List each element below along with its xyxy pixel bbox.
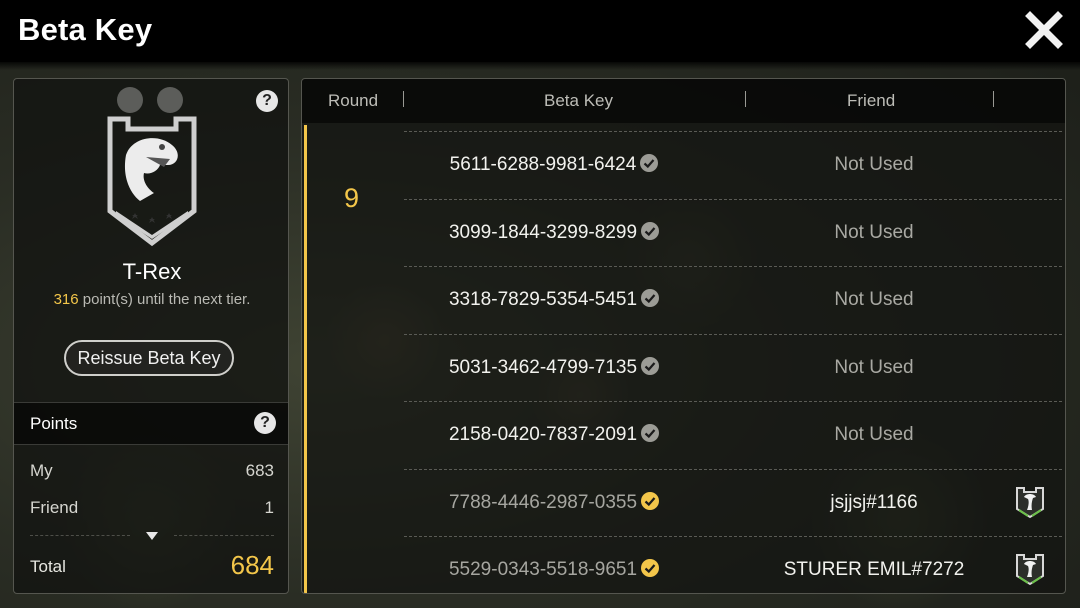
friend-status: jsjjsj#1166: [830, 491, 918, 513]
table-header: Round Beta Key Friend: [302, 79, 1065, 123]
col-separator: [993, 91, 994, 107]
beta-key-value: 5611-6288-9981-6424: [449, 154, 637, 175]
check-circle-icon: [641, 559, 660, 577]
divider: [30, 535, 130, 536]
points-needed-suffix: point(s) until the next tier.: [78, 291, 251, 308]
beta-key-code: 7788-4446-2987-0355: [404, 491, 704, 514]
total-label: Total: [30, 557, 66, 576]
reissue-beta-key-button[interactable]: Reissue Beta Key: [64, 340, 234, 376]
points-row-friend: Friend 1: [30, 498, 274, 518]
close-x-icon[interactable]: [1024, 10, 1064, 50]
row-divider: [404, 468, 1062, 470]
col-separator: [403, 91, 404, 107]
check-circle-icon: [641, 356, 660, 375]
round-indicator-bar: [304, 125, 307, 593]
row-divider: [404, 401, 1062, 402]
beta-key-value: 5031-3462-4799-7135: [448, 356, 638, 378]
beta-key-code: 5611-6288-9981-6424: [404, 154, 704, 176]
col-separator: [745, 91, 746, 107]
table-row[interactable]: 2158-0420-7837-2091 Not Used: [404, 401, 1062, 468]
table-row[interactable]: 5031-3462-4799-7135 Not Used: [404, 333, 1062, 401]
table-row[interactable]: 7788-4446-2987-0355 jsjjsj#1166: [404, 468, 1062, 536]
friend-status: Not Used: [834, 356, 914, 378]
beta-key-value: 3318-7829-5354-5451: [448, 289, 638, 310]
beta-key-code: 5031-3462-4799-7135: [404, 356, 704, 379]
beta-key-table: Round Beta Key Friend 9 5611-6288-9981-6…: [301, 78, 1066, 594]
row-divider: [404, 536, 1062, 537]
divider: [174, 535, 274, 536]
row-divider: [404, 198, 1062, 200]
friend-status: Not Used: [834, 221, 914, 243]
check-circle-icon: [641, 424, 660, 442]
col-round: Round: [328, 91, 379, 110]
check-circle-icon: [641, 221, 660, 240]
beta-key-value: 5529-0343-5518-9651: [448, 559, 638, 580]
tier-progress-text: 316 point(s) until the next tier.: [14, 291, 290, 308]
points-title: Points: [30, 414, 78, 433]
col-friend: Friend: [847, 91, 896, 110]
row-divider: [404, 266, 1062, 267]
friend-status: STURER EMIL#7272: [783, 559, 965, 580]
table-row[interactable]: 3099-1844-3299-8299 Not Used: [404, 198, 1062, 266]
check-circle-icon: [641, 491, 660, 510]
my-label: My: [30, 461, 53, 480]
beta-key-code: 2158-0420-7837-2091: [404, 424, 704, 446]
progress-dot: [117, 87, 143, 113]
row-divider: [404, 131, 1062, 132]
table-row[interactable]: 3318-7829-5354-5451 Not Used: [404, 266, 1062, 333]
raptor-badge-icon: [1016, 486, 1044, 518]
check-circle-icon: [641, 289, 660, 307]
raptor-badge-icon: [1016, 554, 1044, 586]
friend-status: Not Used: [834, 289, 914, 310]
friend-value: 1: [264, 498, 274, 517]
help-icon[interactable]: ?: [256, 90, 278, 112]
round-number: 9: [344, 183, 360, 213]
tier-name: T-Rex: [122, 259, 182, 284]
table-row[interactable]: 5529-0343-5518-9651 STURER EMIL#7272: [404, 536, 1062, 593]
friend-label: Friend: [30, 498, 79, 517]
beta-key-code: 3318-7829-5354-5451: [404, 289, 704, 311]
points-help-icon[interactable]: ?: [254, 412, 276, 434]
beta-key-code: 3099-1844-3299-8299: [404, 221, 704, 244]
title-bar: Beta Key: [0, 0, 1080, 70]
table-row[interactable]: 5611-6288-9981-6424 Not Used: [404, 131, 1062, 198]
beta-key-code: 5529-0343-5518-9651: [404, 559, 704, 581]
points-row-my: My 683: [30, 461, 274, 481]
col-beta-key: Beta Key: [544, 91, 613, 110]
points-needed: 316: [53, 291, 79, 308]
total-value: 684: [230, 550, 274, 580]
points-header: Points ?: [14, 402, 288, 445]
check-circle-icon: [640, 154, 659, 172]
tier-progress-dots: [117, 87, 183, 113]
progress-dot: [157, 87, 183, 113]
tier-panel: ? T-Rex 316 point(s) until the next tier…: [13, 78, 289, 594]
friend-status: Not Used: [834, 424, 914, 445]
beta-key-value: 2158-0420-7837-2091: [448, 424, 638, 445]
chevron-down-icon[interactable]: [145, 531, 159, 541]
beta-key-value: 3099-1844-3299-8299: [448, 221, 638, 243]
beta-key-value: 7788-4446-2987-0355: [448, 491, 638, 513]
window-title: Beta Key: [18, 12, 153, 47]
my-value: 683: [245, 461, 274, 480]
friend-status: Not Used: [834, 154, 914, 175]
row-divider: [404, 333, 1062, 335]
trex-shield-icon: [107, 116, 197, 247]
